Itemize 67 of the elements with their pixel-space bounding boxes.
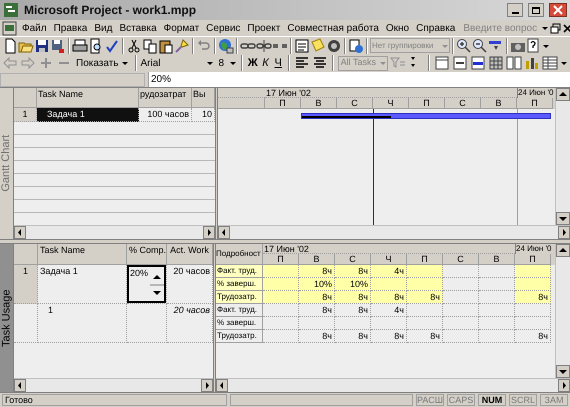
percent-complete-spinner[interactable]: 20% xyxy=(127,265,166,303)
menu-item[interactable]: Совместная работа xyxy=(284,20,382,36)
font-name-dropdown[interactable]: Arial xyxy=(140,56,214,70)
table-cell: 8ч xyxy=(335,330,371,343)
italic-button[interactable]: К xyxy=(260,55,271,71)
underline-button[interactable]: Ч xyxy=(272,55,284,71)
table-cell: 10% xyxy=(335,278,371,291)
table-cell: 8ч xyxy=(371,291,407,304)
menu-item[interactable]: Справка xyxy=(413,20,458,36)
table-cell: 8ч xyxy=(299,291,335,304)
detail-label: Трудозатр. xyxy=(216,291,263,304)
status-indicator: CAPS xyxy=(447,394,475,406)
window-title: Microsoft Project - work1.mpp xyxy=(24,2,198,19)
detail-label: Трудозатр. xyxy=(216,330,263,343)
day-label: В xyxy=(481,98,517,109)
menu-item[interactable]: Вид xyxy=(91,20,116,36)
view-bar-label[interactable]: Task Usage xyxy=(0,244,14,392)
detail-label: Факт. труд. xyxy=(216,304,263,317)
table-cell: Задача 1 xyxy=(37,108,139,122)
day-label: С xyxy=(443,254,479,265)
show-outline-button[interactable]: Показать xyxy=(74,56,131,70)
row-number: 1 xyxy=(14,265,38,304)
day-label: П xyxy=(265,98,301,109)
day-label: В xyxy=(479,254,515,265)
detail-label: % заверш. xyxy=(216,317,263,330)
table-cell: 8ч xyxy=(407,291,443,304)
table-cell: 8ч xyxy=(515,330,551,343)
table-cell: 8ч xyxy=(335,291,371,304)
bold-button[interactable]: Ж xyxy=(247,55,258,71)
status-indicator: РАСШ xyxy=(416,394,444,406)
font-size-dropdown[interactable]: 8 xyxy=(218,56,238,70)
menu-item[interactable]: Окно xyxy=(382,20,412,36)
table-cell: 8ч xyxy=(407,330,443,343)
status-indicator: ЗАМ xyxy=(540,394,568,406)
day-label: Ч xyxy=(373,98,409,109)
table-cell: 1 xyxy=(38,304,127,343)
row-number: 1 xyxy=(14,108,37,122)
help-question-field[interactable]: Введите вопрос xyxy=(463,22,540,34)
status-text: Готово xyxy=(2,394,227,406)
table-cell: 4ч xyxy=(371,265,407,278)
day-label: П xyxy=(517,98,553,109)
table-cell: 8ч xyxy=(371,330,407,343)
table-cell: 8ч xyxy=(335,265,371,278)
day-label: С xyxy=(337,98,373,109)
menu-item[interactable]: Проект xyxy=(244,20,284,36)
day-label: П xyxy=(409,98,445,109)
menu-item[interactable]: Формат xyxy=(160,20,202,36)
menu-item[interactable]: Правка xyxy=(50,20,90,36)
table-cell: 4ч xyxy=(371,304,407,317)
table-cell: 8ч xyxy=(299,265,335,278)
day-label: С xyxy=(445,98,481,109)
column-header[interactable]: рудозатрат xyxy=(139,88,192,108)
detail-label: % заверш. xyxy=(216,278,263,291)
menu-item[interactable]: Вставка xyxy=(116,20,160,36)
day-label: В xyxy=(301,98,337,109)
menu-item[interactable]: Сервис xyxy=(203,20,244,36)
table-cell: 8ч xyxy=(515,291,551,304)
entry-field[interactable]: 20% xyxy=(148,72,570,87)
table-cell: 8ч xyxy=(335,304,371,317)
status-indicator: NUM xyxy=(478,394,506,406)
detail-label: Факт. труд. xyxy=(216,265,263,278)
table-cell: 10% xyxy=(299,278,335,291)
column-header[interactable]: Task Name xyxy=(38,244,127,265)
menu-item[interactable]: Файл xyxy=(19,20,50,36)
table-cell: 8ч xyxy=(299,304,335,317)
table-cell: 8ч xyxy=(299,330,335,343)
status-indicator: SCRL xyxy=(509,394,537,406)
